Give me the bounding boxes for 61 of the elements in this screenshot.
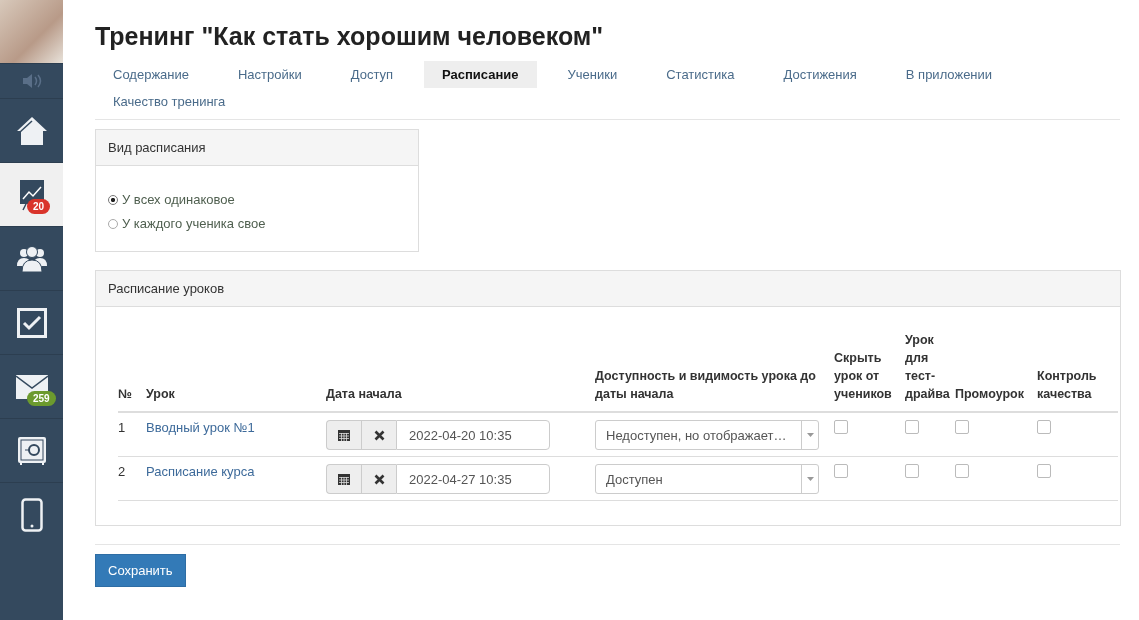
checkbox[interactable] — [955, 420, 969, 434]
lesson-link[interactable]: Расписание курса — [146, 464, 255, 479]
clear-button[interactable] — [361, 464, 396, 494]
tab[interactable]: Настройки — [220, 61, 320, 88]
checkbox[interactable] — [955, 464, 969, 478]
caret-icon — [806, 433, 814, 437]
checkbox[interactable] — [905, 420, 919, 434]
column-header: Урок — [146, 387, 175, 401]
chart-board-icon — [17, 178, 46, 211]
panel-heading: Вид расписания — [96, 130, 418, 166]
close-icon — [373, 429, 385, 441]
save-button[interactable]: Сохранить — [95, 554, 186, 587]
home-icon — [15, 115, 48, 146]
count-badge: 20 — [27, 199, 51, 214]
calendar-icon — [338, 429, 350, 441]
availability-dropdown[interactable]: Доступен — [595, 464, 819, 494]
radio-button[interactable] — [108, 194, 118, 205]
tab[interactable]: Содержание — [95, 61, 207, 88]
sidebar-item[interactable]: 20 — [0, 162, 63, 226]
date-field[interactable]: 2022-04-20 10:35 — [396, 420, 550, 450]
photo-placeholder — [0, 0, 63, 63]
row-number: 2 — [118, 464, 126, 479]
sidebar-item[interactable]: 259 — [0, 354, 63, 418]
tab[interactable]: Ученики — [549, 61, 636, 88]
column-header: Дата начала — [326, 387, 402, 401]
tab[interactable]: Качество тренинга — [95, 88, 244, 115]
checkbox[interactable] — [1037, 464, 1051, 478]
calendar-button[interactable] — [326, 464, 361, 494]
users-icon — [15, 245, 48, 272]
calendar-button[interactable] — [326, 420, 361, 450]
checkbox-icon — [16, 307, 47, 338]
safe-icon — [16, 435, 47, 466]
tab[interactable]: Доступ — [332, 61, 412, 88]
column-header: № — [118, 387, 132, 401]
column-header: Промоурок — [955, 387, 1024, 401]
page-title: Тренинг "Как стать хорошим человеком" — [95, 22, 604, 51]
availability-dropdown[interactable]: Недоступен, но отображает… — [595, 420, 819, 450]
checkbox[interactable] — [1037, 420, 1051, 434]
lesson-link[interactable]: Вводный урок №1 — [146, 420, 255, 435]
radio-label[interactable]: У всех одинаковое — [122, 192, 235, 207]
phone-icon — [20, 497, 43, 532]
checkbox[interactable] — [834, 420, 848, 434]
radio-label[interactable]: У каждого ученика свое — [122, 216, 266, 231]
column-header: Скрыть урок от учеников — [834, 351, 892, 401]
caret-icon — [806, 477, 814, 481]
tab[interactable]: Статистика — [648, 61, 753, 88]
calendar-icon — [338, 473, 350, 485]
tab[interactable]: В приложении — [887, 61, 1011, 88]
tab[interactable]: Расписание — [424, 61, 537, 88]
clear-button[interactable] — [361, 420, 396, 450]
count-badge: 259 — [27, 391, 56, 406]
row-number: 1 — [118, 420, 126, 435]
column-header: Контроль качества — [1037, 369, 1097, 401]
panel-heading: Расписание уроков — [96, 271, 1120, 307]
column-header: Доступность и видимость урока до даты начала — [595, 369, 816, 401]
column-header: Урок для тест-драйва — [905, 333, 950, 401]
checkbox[interactable] — [905, 464, 919, 478]
close-icon — [373, 473, 385, 485]
checkbox[interactable] — [834, 464, 848, 478]
tab[interactable]: Достижения — [765, 61, 875, 88]
date-field[interactable]: 2022-04-27 10:35 — [396, 464, 550, 494]
